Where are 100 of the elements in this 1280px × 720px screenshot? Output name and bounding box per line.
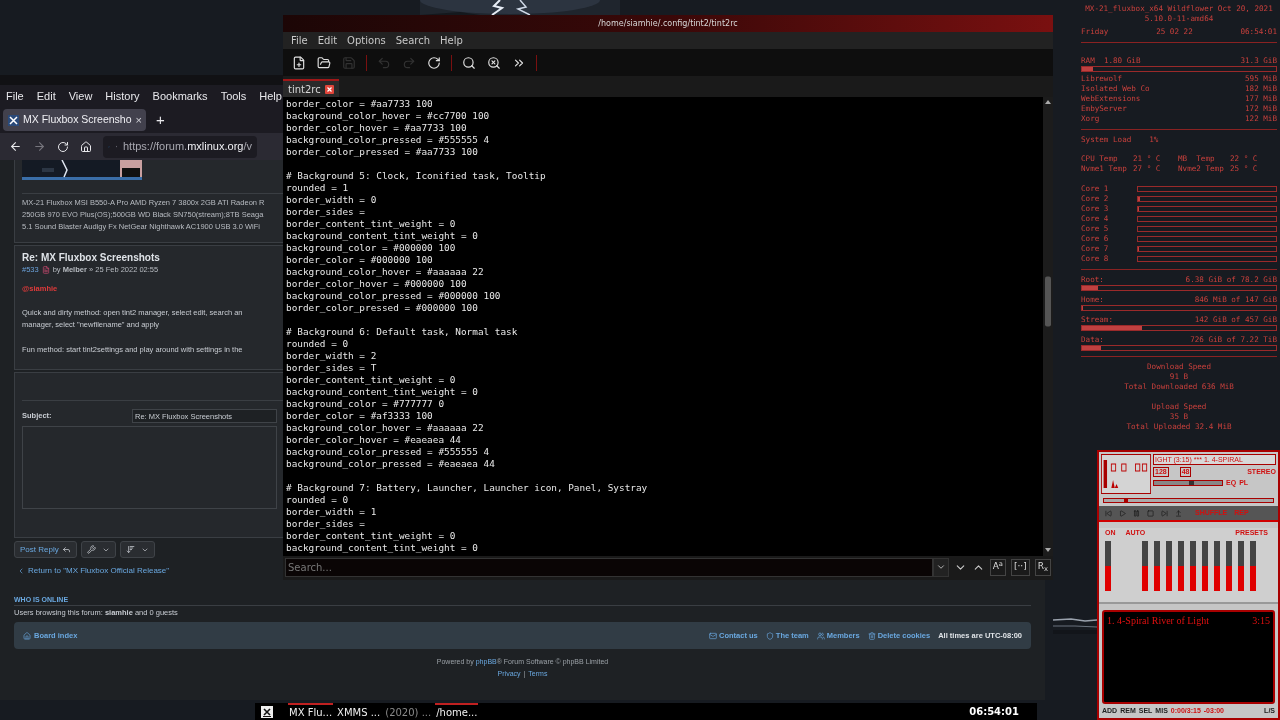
code-line: border_width = 2: [286, 350, 377, 362]
taskbar-item[interactable]: XMMS ...: [336, 703, 382, 720]
file-tab[interactable]: tint2rc: [283, 79, 339, 97]
search-icon[interactable]: [461, 54, 477, 71]
menu-item[interactable]: Options: [347, 33, 386, 48]
menu-item[interactable]: Help: [259, 87, 282, 105]
menu-item[interactable]: History: [105, 87, 140, 105]
taskbar-item[interactable]: MX Flu...: [288, 703, 334, 720]
time-display-drawing: [1101, 454, 1151, 494]
browser-tab[interactable]: MX Fluxbox Screensho ×: [3, 109, 146, 131]
next-icon[interactable]: [1161, 509, 1168, 517]
eq-slider[interactable]: [1202, 541, 1208, 591]
search-clear-icon[interactable]: [486, 54, 502, 71]
menu-item[interactable]: View: [68, 87, 93, 105]
previous-icon[interactable]: [1105, 509, 1112, 517]
menu-item[interactable]: Edit: [317, 33, 338, 48]
code-line: border_color = #aa7733 100: [286, 98, 433, 110]
reply-icon: [61, 545, 71, 554]
tab-title: MX Fluxbox Screensho: [23, 112, 132, 128]
code-line: border_width = 0: [286, 194, 377, 206]
menu-item[interactable]: Help: [440, 33, 463, 48]
track-duration: 3:15: [1252, 615, 1270, 627]
code-line: border_content_tint_weight = 0: [286, 530, 456, 542]
address-bar[interactable]: https://forum.mxlinux.org/v: [103, 135, 257, 158]
home-icon: [23, 631, 31, 640]
search-field[interactable]: Search...: [285, 557, 933, 577]
eq-slider[interactable]: [1226, 541, 1232, 591]
code-line: border_color_hover = #000000 100: [286, 278, 467, 290]
post-reply-button[interactable]: Post Reply: [14, 541, 77, 558]
code-line: background_color_pressed = #eaeaea 44: [286, 458, 495, 470]
tab-close-button[interactable]: ×: [135, 111, 142, 129]
menu-item[interactable]: File: [6, 87, 24, 105]
code-line: background_color_hover = #aaaaaa 22: [286, 422, 484, 434]
seek-bar[interactable]: [1103, 498, 1274, 503]
forward-icon[interactable]: [33, 140, 46, 153]
close-icon[interactable]: [324, 84, 334, 94]
home-icon[interactable]: [80, 140, 92, 153]
code-line: background_color_pressed = #555555 4: [286, 446, 490, 458]
sort-icon: [125, 545, 135, 554]
code-line: background_color_pressed = #000000 100: [286, 290, 501, 302]
sort-dropdown[interactable]: [119, 541, 155, 558]
playlist-item[interactable]: 1. 4-Spiral River of Light 3:15: [1107, 615, 1270, 627]
code-line: border_color_hover = #aa7733 100: [286, 122, 467, 134]
new-tab-button[interactable]: +: [156, 108, 165, 132]
pause-icon[interactable]: [1133, 509, 1140, 517]
menu-item[interactable]: Search: [395, 33, 431, 48]
eq-slider[interactable]: [1142, 541, 1148, 591]
code-line: border_width = 1: [286, 506, 377, 518]
tools-dropdown[interactable]: [80, 541, 116, 558]
taskbar-item[interactable]: (2020) ...: [384, 703, 433, 720]
eq-slider[interactable]: [1190, 541, 1196, 591]
play-icon[interactable]: [1119, 509, 1126, 517]
menu-item[interactable]: Tools: [220, 87, 247, 105]
people-icon: [816, 631, 825, 640]
menu-item[interactable]: Edit: [36, 87, 56, 105]
eq-slider[interactable]: [1154, 541, 1160, 591]
stop-icon[interactable]: [1147, 509, 1154, 517]
menu-item[interactable]: Bookmarks: [152, 87, 208, 105]
code-line: border_sides =: [286, 206, 366, 218]
back-icon[interactable]: [9, 140, 22, 153]
eq-slider[interactable]: [1178, 541, 1184, 591]
menu-item[interactable]: File: [291, 33, 308, 48]
code-line: border_color = #000000 100: [286, 254, 433, 266]
eq-slider[interactable]: [1166, 541, 1172, 591]
return-link[interactable]: Return to "MX Fluxbox Official Release": [28, 565, 170, 577]
reload-icon[interactable]: [57, 140, 69, 153]
scrollbar-drawing[interactable]: [1043, 97, 1053, 556]
eq-slider[interactable]: [1214, 541, 1220, 591]
message-field[interactable]: [22, 426, 277, 509]
eq-slider[interactable]: [1238, 541, 1244, 591]
eq-slider[interactable]: [1250, 541, 1256, 591]
code-line: background_color = #777777 0: [286, 398, 445, 410]
search-option-toggle[interactable]: [··]: [1011, 558, 1030, 576]
folder-icon[interactable]: [316, 54, 332, 71]
eq-slider[interactable]: [1105, 541, 1111, 591]
reload-icon[interactable]: [426, 54, 442, 71]
volume-thumb[interactable]: [1189, 481, 1195, 485]
code-line: background_content_tint_weight = 0: [286, 386, 478, 398]
site-icon: [8, 114, 19, 126]
clock-text: 06:54:01: [969, 705, 1019, 719]
code-line: border_color_pressed = #000000 100: [286, 302, 478, 314]
search-option-toggle[interactable]: R$_{x}$: [1034, 558, 1051, 576]
code-line: rounded = 1: [286, 182, 349, 194]
post-title[interactable]: Re: MX Fluxbox Screenshots: [22, 251, 160, 264]
seek-thumb[interactable]: [1123, 499, 1128, 502]
chevron-left-icon: [17, 567, 25, 575]
wrench-icon: [86, 545, 96, 554]
code-line: background_color_hover = #aaaaaa 22: [286, 266, 484, 278]
taskbar-item[interactable]: /home...: [435, 703, 479, 720]
search-option-toggle[interactable]: A$^{a}$: [989, 558, 1006, 576]
volume-slider[interactable]: [1153, 480, 1223, 486]
code-line: border_sides =: [286, 518, 366, 530]
code-line: background_content_tint_weight = 0: [286, 230, 478, 242]
new-file-icon[interactable]: [291, 54, 307, 71]
code-line: background_color_hover = #cc7700 100: [286, 110, 490, 122]
x-logo-icon[interactable]: [261, 705, 273, 718]
envelope-icon: [709, 631, 718, 640]
eject-icon[interactable]: [1175, 509, 1182, 517]
caret-icon: [935, 562, 946, 572]
code-line: # Background 7: Battery, Launcher, Launcher icon, Panel, Systray: [286, 482, 648, 494]
